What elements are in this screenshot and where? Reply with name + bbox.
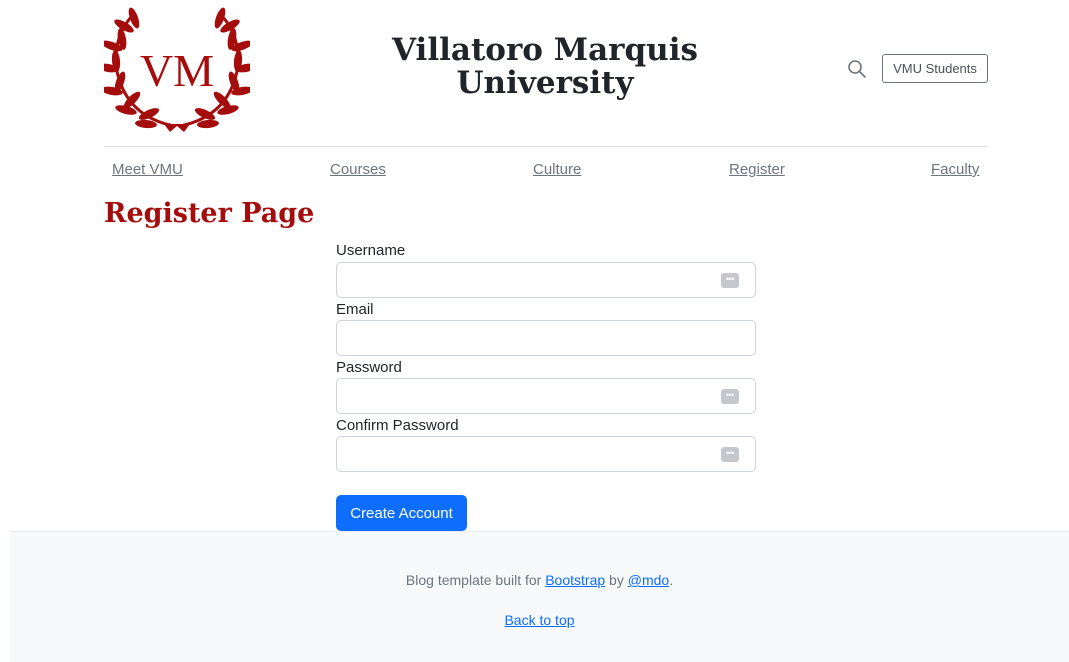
email-input[interactable] — [336, 320, 756, 356]
email-label: Email — [336, 301, 374, 318]
footer-text-middle: by — [605, 572, 628, 588]
username-input[interactable]: ••• — [336, 262, 756, 298]
footer-text-after: . — [669, 572, 674, 588]
nav-link-courses[interactable]: Courses — [330, 161, 386, 178]
confirm-password-input[interactable]: ••• — [336, 436, 756, 472]
back-to-top-link[interactable]: Back to top — [504, 612, 574, 628]
site-title-line2: University — [456, 65, 634, 101]
password-input[interactable]: ••• — [336, 378, 756, 414]
password-manager-icon[interactable]: ••• — [721, 389, 739, 404]
username-label: Username — [336, 242, 406, 259]
page-title: Register Page — [104, 198, 315, 229]
footer-text-before: Blog template built for — [405, 572, 546, 588]
mdo-link[interactable]: @mdo — [628, 572, 669, 588]
password-manager-icon[interactable]: ••• — [721, 447, 739, 462]
logo-monogram: VM — [140, 45, 214, 96]
footer: Blog template built for Bootstrap by @md… — [10, 531, 1069, 662]
nav-link-meet-vmu[interactable]: Meet VMU — [112, 161, 183, 178]
search-icon[interactable] — [847, 59, 867, 79]
site-title: Villatoro Marquis University — [380, 34, 710, 100]
password-manager-icon[interactable]: ••• — [721, 273, 739, 288]
bootstrap-link[interactable]: Bootstrap — [545, 572, 605, 588]
header-divider — [104, 146, 988, 147]
vmu-students-button[interactable]: VMU Students — [882, 54, 988, 83]
create-account-button[interactable]: Create Account — [336, 495, 467, 531]
nav-link-register[interactable]: Register — [729, 161, 785, 178]
footer-credit: Blog template built for Bootstrap by @md… — [10, 572, 1069, 588]
nav-link-culture[interactable]: Culture — [533, 161, 581, 178]
password-label: Password — [336, 359, 402, 376]
site-title-line1: Villatoro Marquis — [392, 32, 698, 68]
nav-link-faculty[interactable]: Faculty — [931, 161, 979, 178]
university-logo: VM — [104, 7, 250, 132]
back-to-top-wrapper: Back to top — [10, 612, 1069, 628]
confirm-password-label: Confirm Password — [336, 417, 459, 434]
